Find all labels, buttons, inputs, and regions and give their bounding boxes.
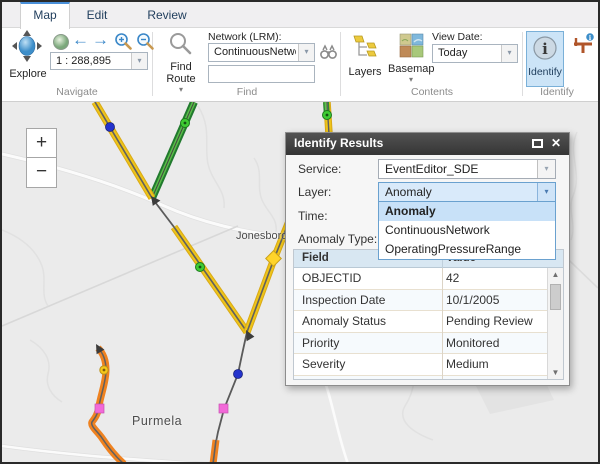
town-label-purmela: Purmela — [132, 414, 182, 428]
map-zoom-in-button[interactable]: + — [26, 128, 57, 158]
cell-field: Date Closed — [302, 379, 368, 381]
explore-button[interactable]: Explore — [8, 30, 48, 80]
ribbon: Explore ← → 1 : 288,895 ▾ — [2, 28, 598, 102]
identify-button[interactable]: i Identify — [526, 31, 564, 87]
chevron-down-icon[interactable]: ▾ — [131, 53, 147, 69]
column-header-field: Field — [302, 252, 329, 264]
route-search-input[interactable] — [208, 65, 315, 83]
layer-value: Anomaly — [385, 183, 535, 201]
chevron-down-icon[interactable]: ▾ — [537, 183, 555, 201]
cell-value: 10/1/2005 — [446, 293, 499, 307]
map-scale-combobox[interactable]: 1 : 288,895 ▾ — [50, 52, 148, 70]
column-divider — [442, 268, 443, 380]
find-group-label: Find — [192, 86, 302, 98]
globe-icon[interactable] — [52, 33, 70, 51]
chevron-down-icon: ▾ — [388, 75, 434, 84]
chevron-down-icon[interactable]: ▾ — [537, 160, 555, 178]
identify-info-icon: i — [532, 35, 558, 61]
cell-value: 42 — [446, 271, 459, 285]
forward-arrow-icon[interactable]: → — [92, 30, 109, 50]
layers-label: Layers — [346, 66, 384, 78]
cell-field: Priority — [302, 336, 339, 350]
group-separator — [340, 32, 341, 96]
map-scale-value: 1 : 288,895 — [56, 53, 129, 70]
view-date-label: View Date: — [432, 31, 483, 43]
identify-route-tool-icon[interactable]: i — [572, 33, 598, 55]
dialog-title-bar[interactable]: Identify Results ✕ — [286, 133, 569, 155]
back-arrow-icon[interactable]: ← — [72, 30, 89, 50]
cell-value: <null> — [446, 379, 479, 381]
dropdown-option-continuousnetwork[interactable]: ContinuousNetwork — [379, 221, 555, 240]
scroll-down-icon[interactable]: ▼ — [548, 368, 563, 377]
identify-button-label: Identify — [527, 66, 563, 78]
dropdown-option-operatingpressurerange[interactable]: OperatingPressureRange — [379, 240, 555, 259]
tab-edit[interactable]: Edit — [72, 2, 122, 28]
cell-field: OBJECTID — [302, 271, 361, 285]
layers-icon — [351, 33, 379, 61]
tab-review[interactable]: Review — [137, 2, 197, 28]
network-lrm-combobox[interactable]: ContinuousNetwork ▾ — [208, 43, 315, 62]
app-window: Map Edit Review Explore — [0, 0, 600, 464]
identify-group-label: Identify — [517, 86, 597, 98]
map-zoom-control: + − — [26, 128, 57, 188]
table-row[interactable]: Severity Medium — [294, 354, 547, 376]
identify-results-dialog: Identify Results ✕ Service: EventEditor_… — [285, 132, 570, 386]
basemap-label: Basemap — [388, 63, 434, 75]
basemap-icon — [399, 33, 424, 58]
map-zoom-out-button[interactable]: − — [26, 158, 57, 188]
attributes-table: Field Value OBJECTID 42 Inspection Date … — [293, 249, 564, 380]
chevron-down-icon[interactable]: ▾ — [298, 44, 314, 61]
cell-value: Pending Review — [446, 314, 533, 328]
maximize-icon[interactable] — [532, 139, 543, 148]
network-lrm-value: ContinuousNetwork — [214, 44, 296, 61]
contents-group-label: Contents — [377, 86, 487, 98]
layer-label: Layer: — [298, 185, 331, 199]
table-body: OBJECTID 42 Inspection Date 10/1/2005 An… — [294, 268, 547, 380]
view-date-value: Today — [438, 45, 499, 62]
dialog-title: Identify Results — [294, 136, 383, 150]
zoom-in-icon[interactable] — [114, 32, 133, 51]
time-label: Time: — [298, 209, 328, 223]
explore-label: Explore — [4, 68, 52, 80]
dropdown-option-anomaly[interactable]: Anomaly — [379, 202, 555, 221]
cell-value: Monitored — [446, 336, 499, 350]
cell-value: Medium — [446, 357, 489, 371]
layer-dropdown-list: Anomaly ContinuousNetwork OperatingPress… — [378, 201, 556, 260]
table-row[interactable]: OBJECTID 42 — [294, 268, 547, 290]
scroll-up-icon[interactable]: ▲ — [548, 270, 563, 279]
find-route-magnifier-icon — [169, 32, 193, 56]
tab-map[interactable]: Map — [20, 2, 70, 29]
network-lrm-label: Network (LRM): — [208, 31, 282, 43]
table-scrollbar[interactable]: ▲ ▼ — [547, 268, 563, 379]
navigate-group-label: Navigate — [22, 86, 132, 98]
cell-field: Anomaly Status — [302, 314, 386, 328]
table-row[interactable]: Priority Monitored — [294, 333, 547, 355]
scrollbar-thumb[interactable] — [550, 284, 561, 310]
chevron-down-icon[interactable]: ▾ — [501, 45, 517, 62]
town-label-jonesboro: Jonesboro — [236, 230, 287, 242]
cell-field: Severity — [302, 357, 345, 371]
view-date-combobox[interactable]: Today ▾ — [432, 44, 518, 63]
service-value: EventEditor_SDE — [385, 160, 535, 178]
binoculars-icon[interactable] — [320, 44, 337, 60]
cell-field: Inspection Date — [302, 293, 385, 307]
svg-text:i: i — [542, 40, 548, 58]
service-combobox[interactable]: EventEditor_SDE ▾ — [378, 159, 556, 179]
anomaly-type-label: Anomaly Type: — [298, 232, 377, 246]
explore-compass-icon — [8, 30, 48, 66]
table-row[interactable]: Date Closed <null> — [294, 376, 547, 381]
zoom-out-icon[interactable] — [136, 32, 155, 51]
ribbon-tab-bar: Map Edit Review — [2, 2, 598, 28]
table-row[interactable]: Inspection Date 10/1/2005 — [294, 290, 547, 312]
table-row[interactable]: Anomaly Status Pending Review — [294, 311, 547, 333]
service-label: Service: — [298, 162, 341, 176]
map-viewport[interactable]: Jonesboro Purmela + − Identify Results ✕… — [2, 102, 598, 464]
find-route-label: Find Route — [160, 61, 202, 85]
layer-combobox[interactable]: Anomaly ▾ — [378, 182, 556, 202]
close-icon[interactable]: ✕ — [551, 136, 561, 150]
